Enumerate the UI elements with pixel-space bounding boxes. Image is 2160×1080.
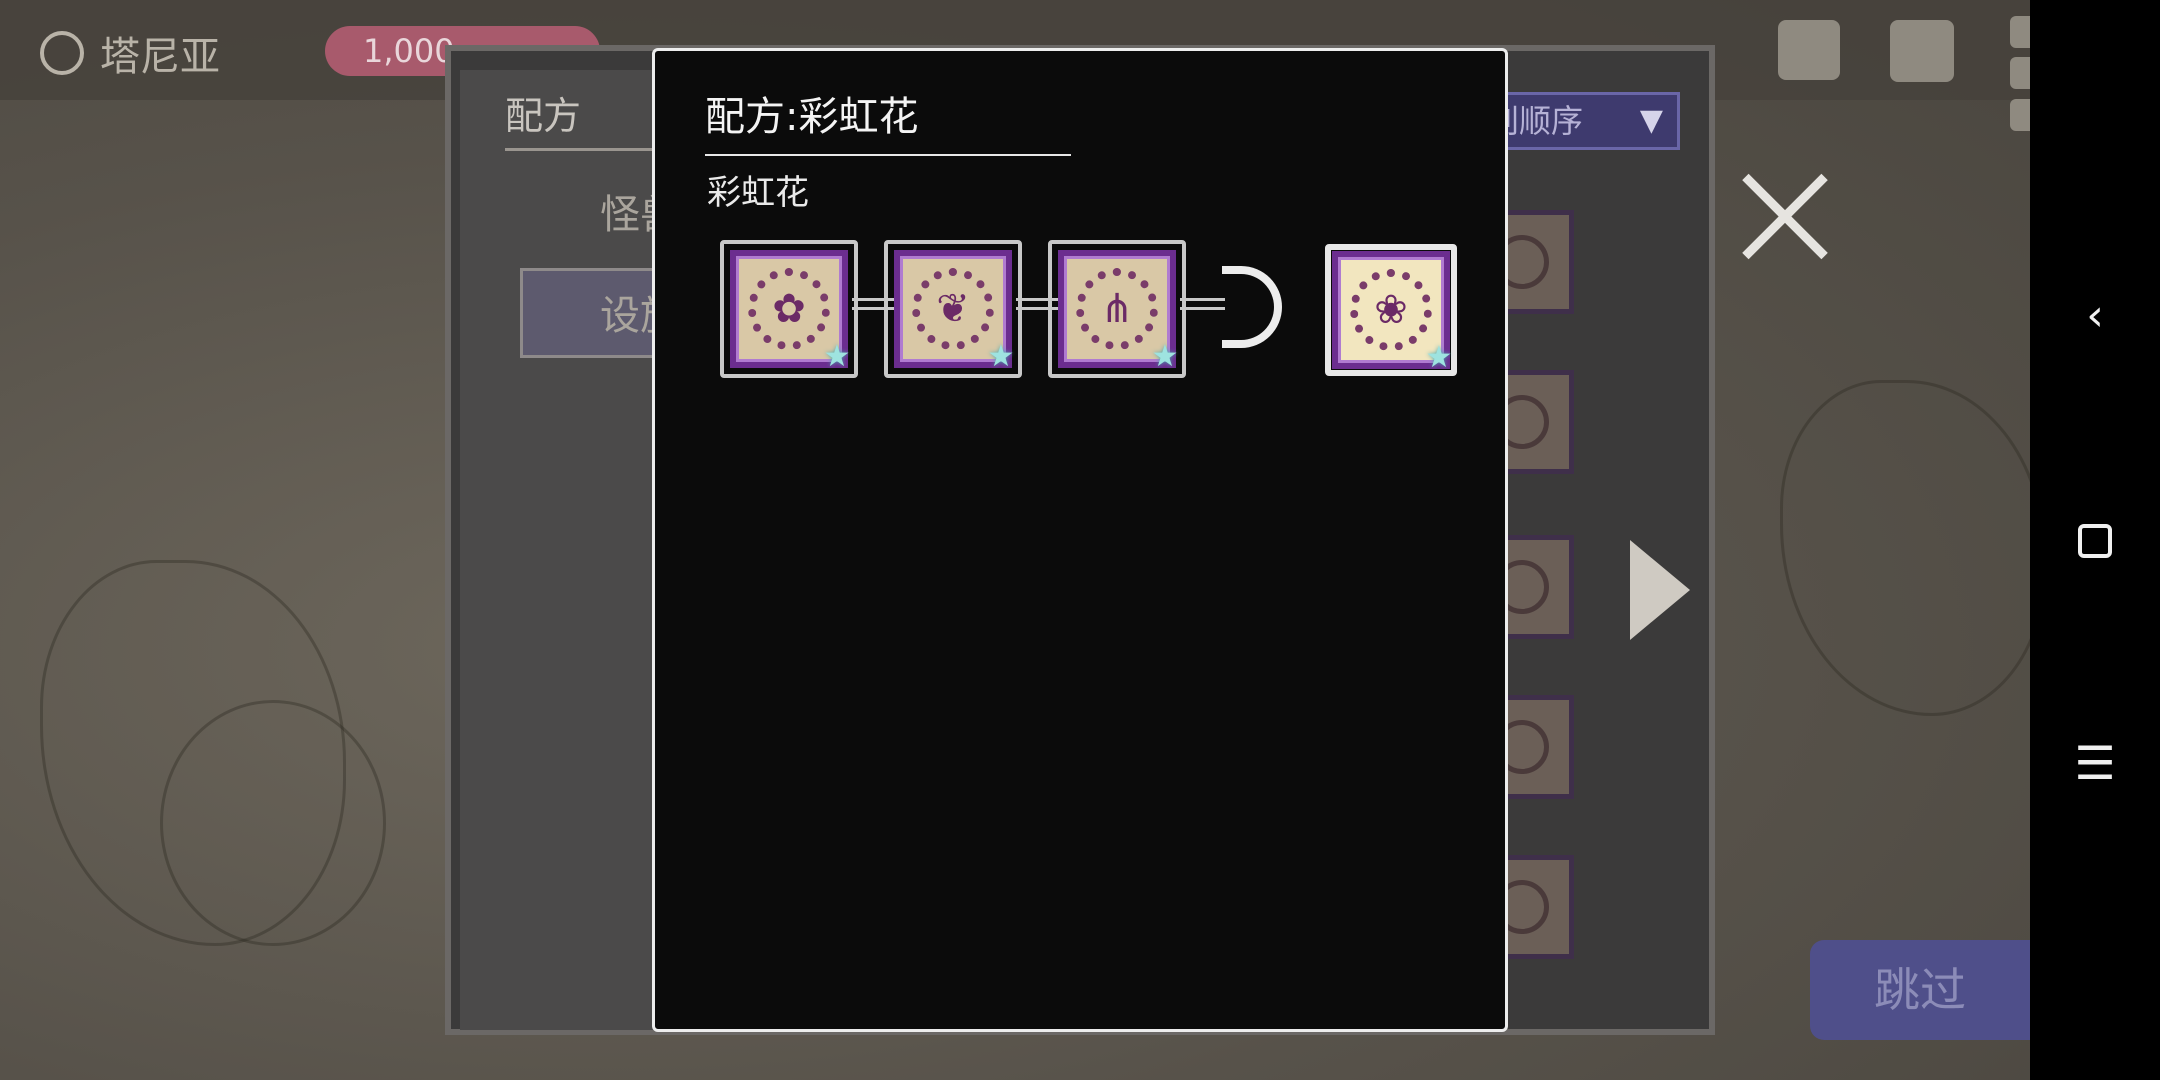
menu-icon[interactable]: ☰ bbox=[2030, 713, 2160, 813]
system-navigation-bar: ‹ ☰ bbox=[2030, 0, 2160, 1080]
chain-arrow-icon bbox=[1222, 266, 1292, 352]
book-icon[interactable] bbox=[1778, 20, 1840, 80]
town-label: 塔尼亚 bbox=[40, 24, 220, 82]
ingredient-slot[interactable]: ⋔ ★ bbox=[1048, 240, 1186, 378]
town-name: 塔尼亚 bbox=[100, 34, 220, 80]
map-landmass bbox=[1780, 380, 2046, 716]
close-icon[interactable] bbox=[1735, 168, 1835, 268]
document-icon[interactable] bbox=[1890, 20, 1954, 82]
ingredient-slot[interactable]: ❦ ★ bbox=[884, 240, 1022, 378]
star-icon: ★ bbox=[823, 339, 851, 374]
star-icon: ★ bbox=[1151, 339, 1179, 374]
recipe-name: 彩虹花 bbox=[707, 173, 809, 213]
chain-link bbox=[1180, 298, 1225, 310]
star-icon: ★ bbox=[1425, 340, 1453, 375]
modal-title: 配方:彩虹花 bbox=[705, 84, 1071, 156]
result-slot[interactable]: ❀ ★ bbox=[1322, 241, 1460, 379]
ingredient-slot[interactable]: ✿ ★ bbox=[720, 240, 858, 378]
star-icon: ★ bbox=[987, 339, 1015, 374]
skip-button[interactable]: 跳过 bbox=[1810, 940, 2030, 1040]
compass-rose bbox=[160, 700, 386, 946]
home-icon[interactable] bbox=[2030, 490, 2160, 590]
back-icon[interactable]: ‹ bbox=[2030, 266, 2160, 366]
chevron-down-icon: ▼ bbox=[1639, 103, 1663, 138]
cauldron-icon bbox=[40, 31, 84, 75]
page-next-arrow-icon[interactable] bbox=[1630, 540, 1690, 640]
